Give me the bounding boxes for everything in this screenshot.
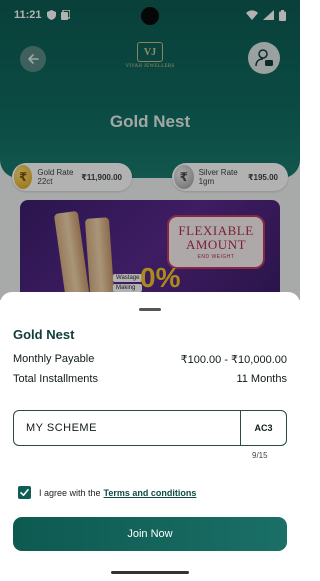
sheet-title: Gold Nest xyxy=(13,327,75,342)
join-now-button[interactable]: Join Now xyxy=(13,517,287,551)
agree-text: I agree with the xyxy=(39,487,101,498)
terms-link[interactable]: Terms and conditions xyxy=(104,488,197,498)
terms-checkbox[interactable] xyxy=(18,486,31,499)
terms-agreement: I agree with the Terms and conditions xyxy=(18,486,196,499)
scheme-code-suffix: AC3 xyxy=(240,411,286,445)
total-installments-label: Total Installments xyxy=(13,373,98,385)
checkmark-icon xyxy=(20,489,29,496)
total-installments-value: 11 Months xyxy=(236,373,287,385)
total-installments-row: Total Installments 11 Months xyxy=(13,373,287,385)
monthly-payable-label: Monthly Payable xyxy=(13,353,95,365)
drag-handle[interactable] xyxy=(139,308,161,311)
monthly-payable-value: ₹100.00 - ₹10,000.00 xyxy=(180,354,287,366)
scheme-name-input[interactable] xyxy=(14,411,240,445)
monthly-payable-row: Monthly Payable ₹100.00 - ₹10,000.00 xyxy=(13,353,287,366)
modal-scrim[interactable] xyxy=(0,0,300,300)
home-indicator xyxy=(111,571,189,574)
scheme-name-field: AC3 xyxy=(13,410,287,446)
character-counter: 9/15 xyxy=(252,451,268,460)
bottom-sheet: Gold Nest Monthly Payable ₹100.00 - ₹10,… xyxy=(0,292,300,581)
background-screen: 11:21 VJ VIVAH JEWELLERS Gold Nest ₹ Gol… xyxy=(0,0,300,300)
